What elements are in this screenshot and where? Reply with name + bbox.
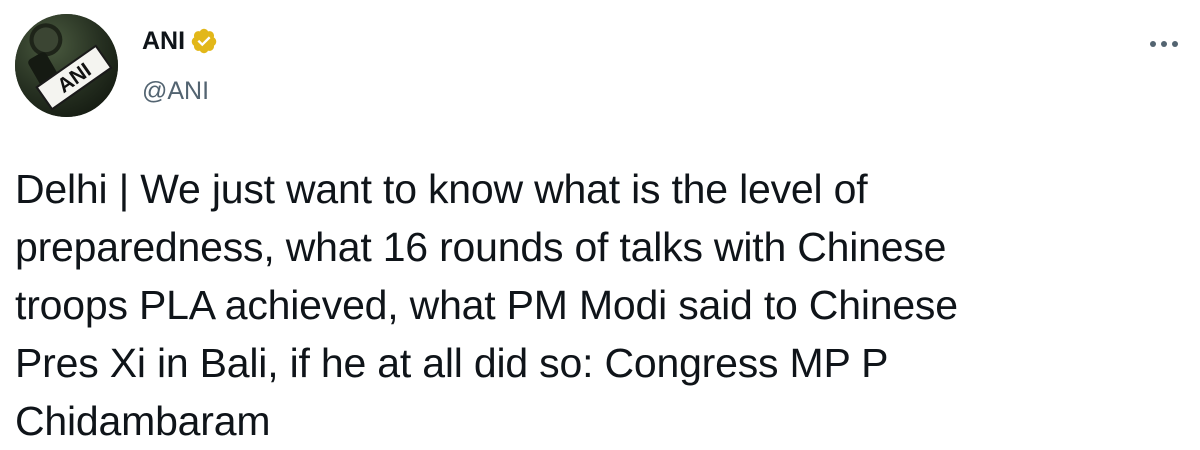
display-name[interactable]: ANI xyxy=(142,26,185,56)
name-row: ANI xyxy=(142,24,218,58)
tweet-text: Delhi | We just want to know what is the… xyxy=(15,166,958,444)
more-dots-icon xyxy=(1150,41,1178,47)
tweet-card[interactable]: ANI ANI @ANI Delhi | We just want to kno… xyxy=(0,0,1200,450)
tweet-author: ANI @ANI xyxy=(142,24,218,106)
more-options-button[interactable] xyxy=(1146,34,1182,54)
user-handle[interactable]: @ANI xyxy=(142,76,218,106)
ani-logo-icon: ANI xyxy=(15,14,118,117)
verified-badge-icon xyxy=(190,27,218,55)
avatar[interactable]: ANI xyxy=(15,14,118,117)
